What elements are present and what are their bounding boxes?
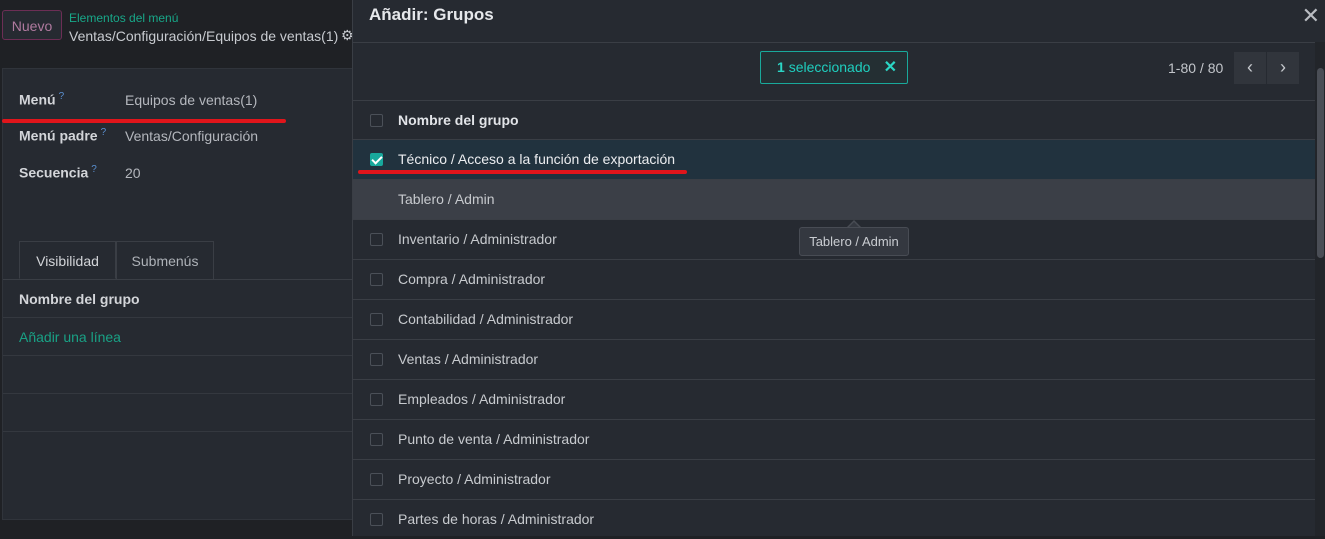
scrollbar[interactable] (1315, 42, 1325, 536)
tab-divider (3, 279, 353, 280)
dialog-header: Añadir: Grupos ✕ (353, 0, 1325, 43)
table-row[interactable]: Proyecto / Administrador (353, 459, 1315, 499)
tooltip: Tablero / Admin (799, 227, 909, 256)
row-checkbox[interactable] (370, 393, 383, 406)
row-label: Punto de venta / Administrador (398, 431, 590, 447)
pager-value[interactable]: 1-80 / 80 (1168, 60, 1223, 76)
add-line-link[interactable]: Añadir una línea (19, 329, 121, 345)
row-label: Proyecto / Administrador (398, 471, 551, 487)
row-label: Compra / Administrador (398, 271, 546, 287)
annotation-underline (2, 119, 286, 123)
sequence-value[interactable]: 20 (125, 165, 141, 181)
row-label: Técnico / Acceso a la función de exporta… (398, 151, 676, 167)
divider (3, 393, 353, 394)
menu-value[interactable]: Equipos de ventas(1) (125, 92, 257, 108)
check-icon (371, 153, 383, 165)
parent-menu-label: Menú padre? (19, 127, 107, 144)
table-row[interactable]: Ventas / Administrador (353, 339, 1315, 379)
dialog-title: Añadir: Grupos (369, 5, 494, 24)
row-checkbox[interactable] (370, 313, 383, 326)
close-icon[interactable]: ✕ (1302, 3, 1320, 29)
divider (3, 355, 353, 356)
row-label: Contabilidad / Administrador (398, 311, 574, 327)
table-row[interactable]: Punto de venta / Administrador (353, 419, 1315, 459)
table-row[interactable]: Tablero / Admin (353, 179, 1315, 219)
selection-label: seleccionado (788, 59, 871, 75)
pager-previous-button[interactable]: ‹ (1234, 52, 1266, 84)
table-row[interactable]: Empleados / Administrador (353, 379, 1315, 419)
column-header-name[interactable]: Nombre del grupo (398, 112, 519, 128)
row-checkbox[interactable] (370, 273, 383, 286)
selection-badge[interactable]: 1 seleccionado ✕ (760, 51, 908, 84)
help-icon[interactable]: ? (101, 127, 107, 138)
divider (3, 431, 353, 432)
row-checkbox[interactable] (370, 433, 383, 446)
add-groups-dialog: Añadir: Grupos ✕ 1 seleccionado ✕ 1-80 /… (352, 0, 1325, 536)
row-label: Tablero / Admin (398, 191, 495, 207)
row-checkbox[interactable] (370, 473, 383, 486)
row-label: Empleados / Administrador (398, 391, 566, 407)
control-panel: Nuevo Elementos del menú Ventas/Configur… (0, 0, 354, 56)
divider (3, 317, 353, 318)
row-checkbox[interactable] (370, 513, 383, 526)
subtable-header: Nombre del grupo (19, 291, 140, 307)
select-all-checkbox[interactable] (370, 114, 383, 127)
selection-count: 1 (777, 59, 785, 75)
row-label: Partes de horas / Administrador (398, 511, 595, 527)
annotation-underline (358, 170, 687, 174)
clear-selection-icon[interactable]: ✕ (884, 52, 897, 83)
scrollbar-thumb[interactable] (1317, 68, 1324, 258)
table-row[interactable]: Compra / Administrador (353, 259, 1315, 299)
row-checkbox[interactable] (370, 353, 383, 366)
row-checkbox[interactable] (370, 153, 383, 166)
help-icon[interactable]: ? (59, 91, 65, 102)
row-label: Inventario / Administrador (398, 231, 557, 247)
breadcrumb-current: Ventas/Configuración/Equipos de ventas(1… (69, 28, 339, 44)
list-header-row: Nombre del grupo (353, 100, 1315, 140)
breadcrumb-parent[interactable]: Elementos del menú (69, 11, 178, 25)
help-icon[interactable]: ? (91, 164, 97, 175)
parent-menu-value[interactable]: Ventas/Configuración (125, 128, 258, 144)
form-sheet: Menú? Equipos de ventas(1) Menú padre? V… (2, 68, 353, 520)
table-row[interactable]: Partes de horas / Administrador (353, 499, 1315, 539)
tab-visibilidad[interactable]: Visibilidad (19, 241, 116, 279)
row-checkbox[interactable] (370, 233, 383, 246)
new-button[interactable]: Nuevo (2, 10, 62, 40)
dialog-control-bar: 1 seleccionado ✕ 1-80 / 80 ‹ › (353, 43, 1325, 100)
row-label: Ventas / Administrador (398, 351, 539, 367)
sequence-label: Secuencia? (19, 164, 97, 181)
table-row[interactable]: Contabilidad / Administrador (353, 299, 1315, 339)
menu-label: Menú? (19, 91, 65, 108)
tab-submenus[interactable]: Submenús (116, 241, 214, 279)
pager-next-button[interactable]: › (1267, 52, 1299, 84)
